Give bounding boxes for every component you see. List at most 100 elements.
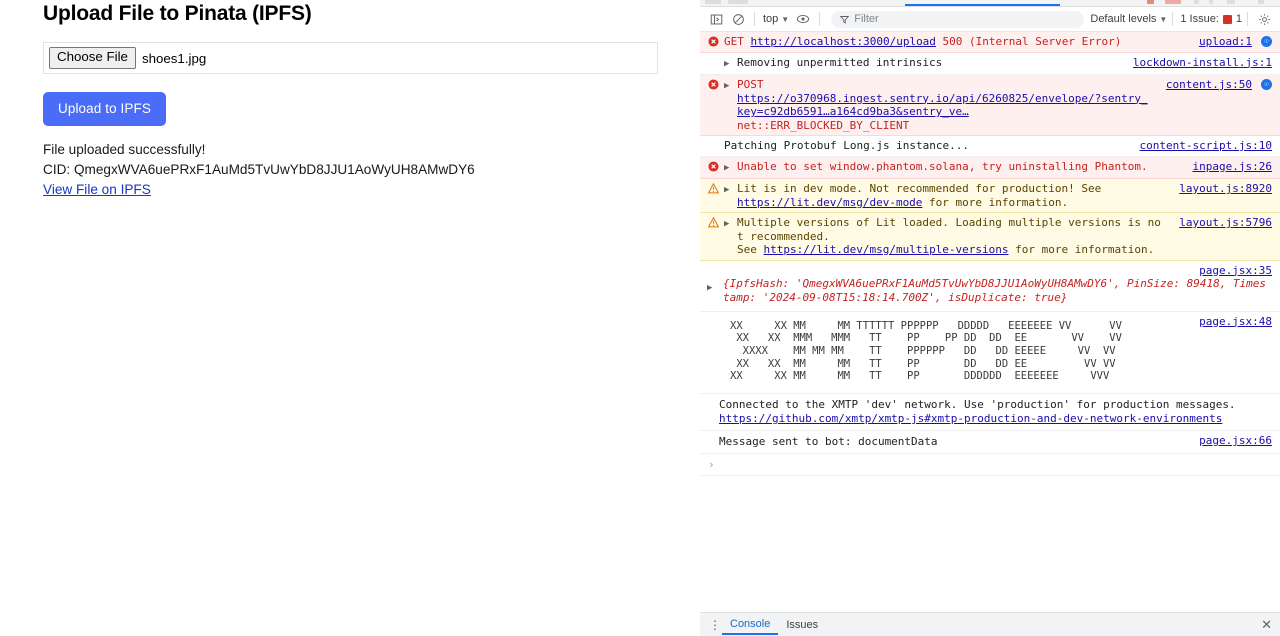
tabstrip-ghost-6 [1258,0,1264,4]
warning-icon [708,217,719,228]
bot-message-text: Message sent to bot: documentData [719,435,938,449]
gear-icon[interactable] [1253,9,1275,29]
console-filter-input[interactable]: Filter [831,10,1085,28]
toolbar-divider-2 [819,12,821,26]
more-options-icon[interactable]: ⋮ [708,618,722,632]
console-text-fragment: for more information. [922,195,1069,209]
object-disclosure-triangle[interactable]: ▶ [707,281,715,295]
console-text-fragment: Removing unpermitted intrinsics [737,55,943,69]
console-message-text: POST https://o370968.ingest.sentry.io/ap… [737,78,1153,132]
console-message-row[interactable]: GET http://localhost:3000/upload 500 (In… [700,32,1280,53]
upload-status-block: File uploaded successfully! CID: QmegxWV… [43,140,475,200]
network-info-icon[interactable]: ☉ [1261,36,1272,47]
chevron-down-icon: ▼ [781,14,790,24]
disclosure-triangle-icon[interactable]: ▶ [724,58,732,72]
devtools-drawer: ⋮ Console Issues ✕ [700,612,1280,636]
prompt-caret-icon: › [708,458,715,472]
execution-context-selector[interactable]: top ▼ [760,13,792,25]
issues-counter[interactable]: 1 Issue: 1 [1178,13,1242,25]
devtools-panel: top ▼ Filter Default levels ▼ 1 Issue: 1… [700,0,1280,636]
console-text-fragment: Unable to set window.phantom.solana, try… [737,159,1148,173]
console-message-row[interactable]: ▶ Unable to set window.phantom.solana, tr… [700,156,1280,179]
console-prompt-row[interactable]: › [700,454,1280,477]
tabstrip-ghost-5 [1227,0,1235,4]
console-bot-message: page.jsx:66 Message sent to bot: documen… [700,431,1280,455]
devtools-tabstrip[interactable] [700,0,1280,7]
console-text-fragment: 500 (Internal Server Error) [935,35,1122,48]
console-inline-link[interactable]: http://localhost:3000/upload [751,35,936,48]
tabstrip-ghost-1 [705,0,721,4]
web-page-pane: Upload File to Pinata (IPFS) Choose File… [0,0,700,636]
console-message-row[interactable]: ▶ Multiple versions of Lit loaded. Loadin… [700,213,1280,261]
console-message-source[interactable]: inpage.js:26 [1193,160,1272,174]
xmtp-docs-link[interactable]: https://github.com/xmtp/xmtp-js#xmtp-pro… [719,412,1222,425]
console-ascii-banner-message: page.jsx:48 XX XX MM MM TTTTTT PPPPPP DD… [700,312,1280,395]
xmtp-network-line: Connected to the XMTP 'dev' network. Use… [719,398,1236,412]
console-message-row[interactable]: Patching Protobuf Long.js instance... con… [700,136,1280,157]
console-message-row[interactable]: ▶ Lit is in dev mode. Not recommended for… [700,179,1280,213]
tabstrip-ghost-4 [1209,0,1213,4]
console-inline-link[interactable]: https://o370968.ingest.sentry.io/api/626… [737,92,1148,119]
console-filter-placeholder: Filter [854,13,879,25]
log-levels-selector[interactable]: Default levels ▼ [1090,13,1167,25]
file-input-row[interactable]: Choose File shoes1.jpg [43,42,658,74]
console-message-source[interactable]: upload:1 [1199,35,1252,49]
issues-label: 1 Issue: [1180,13,1219,25]
console-message-row[interactable]: ▶ POST https://o370968.ingest.sentry.io/a… [700,75,1280,136]
view-file-on-ipfs-link[interactable]: View File on IPFS [43,180,151,200]
upload-success-message: File uploaded successfully! [43,142,206,157]
toolbar-divider-4 [1247,12,1248,26]
screen-root: Upload File to Pinata (IPFS) Choose File… [0,0,1280,636]
log-levels-label: Default levels [1090,13,1157,25]
console-object-message[interactable]: page.jsx:35 ▶ {IpfsHash: 'QmegxWVA6uePRx… [700,261,1280,312]
console-message-text: GET http://localhost:3000/upload 500 (In… [724,35,1186,49]
warning-icon [708,183,719,194]
object-message-text: {IpfsHash: 'QmegxWVA6uePRxF1AuMd5TvUwYbD… [723,276,1267,304]
active-tab-underline [905,4,1060,6]
console-message-text: Removing unpermitted intrinsics [737,56,1120,70]
error-icon [708,160,719,172]
console-message-source[interactable]: content.js:50 [1166,78,1252,92]
console-inline-link[interactable]: https://lit.dev/msg/dev-mode [737,196,922,209]
console-message-source[interactable]: layout.js:8920 [1179,182,1272,196]
console-inline-link[interactable]: https://lit.dev/msg/multiple-versions [764,243,1009,256]
disclosure-triangle-icon[interactable]: ▶ [724,162,732,176]
disclosure-triangle-icon[interactable]: ▶ [724,184,732,198]
live-expression-icon[interactable] [792,9,814,29]
error-icon [708,79,719,90]
tabstrip-warn-dot [1165,0,1181,4]
issues-count: 1 [1235,13,1242,25]
console-message-text: Patching Protobuf Long.js instance... [724,139,1127,153]
object-message-source[interactable]: page.jsx:35 [1199,264,1272,278]
tabstrip-ghost-2 [728,0,748,4]
drawer-tab-issues[interactable]: Issues [778,615,826,634]
console-message-text: Unable to set window.phantom.solana, try… [737,160,1180,174]
console-message-text: Lit is in dev mode. Not recommended for … [737,182,1166,209]
clear-console-icon[interactable] [727,9,749,29]
console-text-fragment: Lit is in dev mode. Not recommended for … [737,182,1102,195]
console-text-fragment: net::ERR_BLOCKED_BY_CLIENT [737,118,910,132]
toolbar-divider-1 [754,12,755,26]
console-message-list[interactable]: GET http://localhost:3000/upload 500 (In… [700,32,1280,261]
upload-to-ipfs-button[interactable]: Upload to IPFS [43,92,166,126]
console-message-row[interactable]: ▶ Removing unpermitted intrinsics lockdown… [700,52,1280,75]
console-message-source[interactable]: lockdown-install.js:1 [1133,56,1272,70]
bot-message-source[interactable]: page.jsx:66 [1199,434,1272,448]
console-message-source[interactable]: content-script.js:10 [1140,139,1272,153]
network-info-icon[interactable]: ☉ [1261,79,1272,90]
chevron-down-icon-levels: ▼ [1159,14,1168,24]
choose-file-button[interactable]: Choose File [49,47,136,69]
console-toolbar: top ▼ Filter Default levels ▼ 1 Issue: 1 [700,7,1280,32]
console-message-source[interactable]: layout.js:5796 [1179,216,1272,230]
panel-toggle-icon[interactable] [705,9,727,29]
console-text-fragment: Patching Protobuf Long.js instance... [724,139,970,152]
disclosure-triangle-icon[interactable]: ▶ [724,218,732,232]
page-title: Upload File to Pinata (IPFS) [43,2,312,25]
ascii-message-source[interactable]: page.jsx:48 [1199,315,1272,329]
console-xmtp-network-message: Connected to the XMTP 'dev' network. Use… [700,394,1280,432]
drawer-tab-console[interactable]: Console [722,614,779,635]
disclosure-triangle-icon[interactable]: ▶ [724,80,732,94]
xmtp-ascii-art: XX XX MM MM TTTTTT PPPPPP DDDDD EEEEEEE … [708,313,1272,392]
close-icon[interactable]: ✕ [1261,617,1272,633]
console-text-fragment: for more information. [1008,243,1155,256]
